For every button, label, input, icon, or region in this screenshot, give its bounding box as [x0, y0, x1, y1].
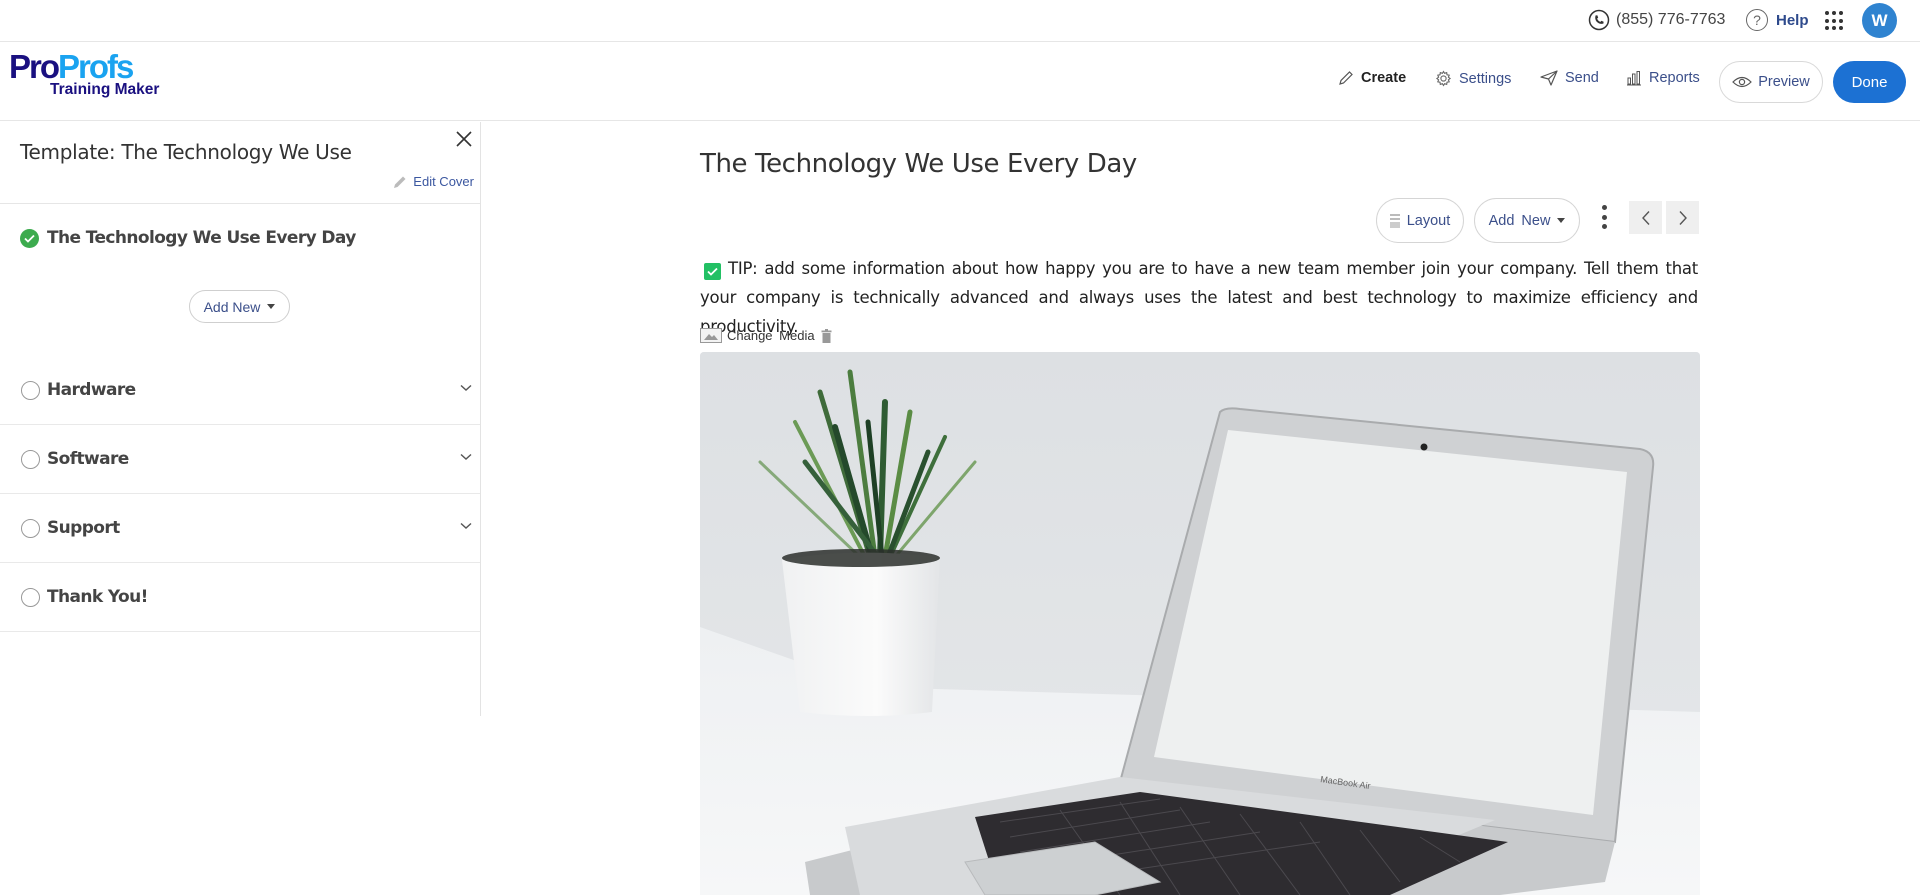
bar-chart-icon — [1627, 71, 1641, 86]
course-outline-sidebar: Template: The Technology We Use Edit Cov… — [0, 122, 481, 716]
page-title[interactable]: The Technology We Use Every Day — [700, 149, 1137, 179]
sidebar-item-thank-you[interactable]: Thank You! — [0, 563, 480, 632]
next-page-button[interactable] — [1666, 201, 1699, 234]
change-media-button[interactable]: Change Media — [727, 328, 815, 343]
question-circle-icon: ? — [1746, 9, 1768, 31]
sidebar-item-active[interactable]: The Technology We Use Every Day — [20, 228, 356, 248]
eye-icon — [1732, 76, 1753, 88]
nav-send[interactable]: Send — [1540, 70, 1599, 86]
trash-icon[interactable] — [821, 328, 832, 343]
radio-icon — [21, 449, 40, 469]
chevron-down-icon[interactable] — [460, 384, 472, 392]
help-label: Help — [1776, 11, 1809, 29]
nav-settings[interactable]: Settings — [1435, 70, 1511, 87]
sidebar-item-software[interactable]: Software — [0, 425, 480, 494]
help-link[interactable]: ? Help — [1746, 9, 1809, 31]
radio-icon — [21, 518, 40, 538]
layout-label: Layout — [1406, 212, 1451, 229]
preview-label: Preview — [1758, 74, 1810, 90]
caret-down-icon — [1557, 218, 1566, 223]
media-toolbar: Change Media — [700, 328, 832, 343]
caret-down-icon — [267, 304, 276, 309]
laptop-screen — [1154, 430, 1627, 815]
sidebar-item-label: Support — [47, 518, 120, 538]
sidebar-item-label: The Technology We Use Every Day — [47, 228, 356, 248]
app-header: ProProfs Training Maker Create Settings … — [0, 42, 1920, 121]
template-title: Template: The Technology We Use — [20, 140, 352, 164]
done-button[interactable]: Done — [1833, 61, 1906, 103]
nav-settings-label: Settings — [1459, 70, 1512, 87]
edit-cover-label: Edit Cover — [413, 174, 474, 189]
preview-button[interactable]: Preview — [1719, 61, 1823, 103]
sidebar-item-label: Hardware — [47, 380, 136, 400]
sidebar-item-label: Software — [47, 449, 129, 469]
chevron-down-icon[interactable] — [460, 453, 472, 461]
chevron-right-icon — [1678, 210, 1687, 225]
radio-icon — [21, 587, 40, 607]
pencil-icon — [394, 176, 406, 188]
support-phone[interactable]: (855) 776-7763 — [1588, 9, 1725, 31]
add-new-label: Add New — [1488, 212, 1551, 229]
tip-paragraph[interactable]: TIP: add some information about how happ… — [700, 254, 1698, 341]
add-new-button[interactable]: Add New — [1474, 198, 1580, 243]
previous-page-button[interactable] — [1629, 201, 1662, 234]
chevron-down-icon[interactable] — [460, 522, 472, 530]
proprofs-logo[interactable]: ProProfs Training Maker — [9, 48, 159, 99]
checkbox-checked-icon — [704, 263, 721, 280]
logo-pro: Pro — [9, 48, 60, 85]
plant-pot — [782, 552, 940, 716]
phone-number: (855) 776-7763 — [1616, 11, 1726, 28]
image-icon — [700, 328, 722, 343]
sidebar-item-hardware[interactable]: Hardware — [0, 356, 480, 425]
close-icon[interactable] — [454, 129, 474, 149]
layout-button[interactable]: Layout — [1376, 198, 1464, 243]
sidebar-header: Template: The Technology We Use Edit Cov… — [0, 122, 480, 204]
laptop-camera — [1420, 443, 1428, 451]
nav-send-label: Send — [1565, 70, 1599, 86]
nav-create-label: Create — [1361, 70, 1407, 86]
send-icon — [1540, 70, 1558, 86]
logo-profs: Profs — [58, 48, 134, 85]
utility-bar: (855) 776-7763 ? Help W — [0, 0, 1920, 42]
phone-icon — [1588, 9, 1610, 31]
sidebar-add-new-button[interactable]: Add New — [189, 290, 290, 323]
sidebar-item-label: Thank You! — [47, 587, 148, 607]
laptop-plant-illustration: MacBook Air — [700, 352, 1700, 895]
nav-reports-label: Reports — [1649, 70, 1700, 86]
sidebar-item-support[interactable]: Support — [0, 494, 480, 563]
radio-icon — [21, 380, 40, 400]
chevron-left-icon — [1641, 210, 1650, 225]
logo-subtitle: Training Maker — [50, 81, 160, 98]
course-media-image[interactable]: MacBook Air — [700, 352, 1700, 895]
nav-create[interactable]: Create — [1338, 70, 1406, 86]
edit-cover-link[interactable]: Edit Cover — [393, 174, 474, 189]
pencil-icon — [1339, 71, 1353, 85]
apps-grid-icon[interactable] — [1825, 11, 1845, 31]
user-avatar[interactable]: W — [1862, 3, 1897, 38]
check-circle-icon — [20, 228, 39, 248]
layout-icon — [1389, 213, 1400, 228]
gear-icon — [1435, 70, 1452, 87]
more-options-icon[interactable] — [1601, 205, 1607, 229]
add-new-label: Add New — [203, 298, 261, 315]
nav-reports[interactable]: Reports — [1626, 70, 1700, 86]
tip-text: TIP: add some information about how happ… — [700, 259, 1698, 336]
sidebar-section-list: Hardware Software Support Thank You! — [0, 356, 480, 632]
